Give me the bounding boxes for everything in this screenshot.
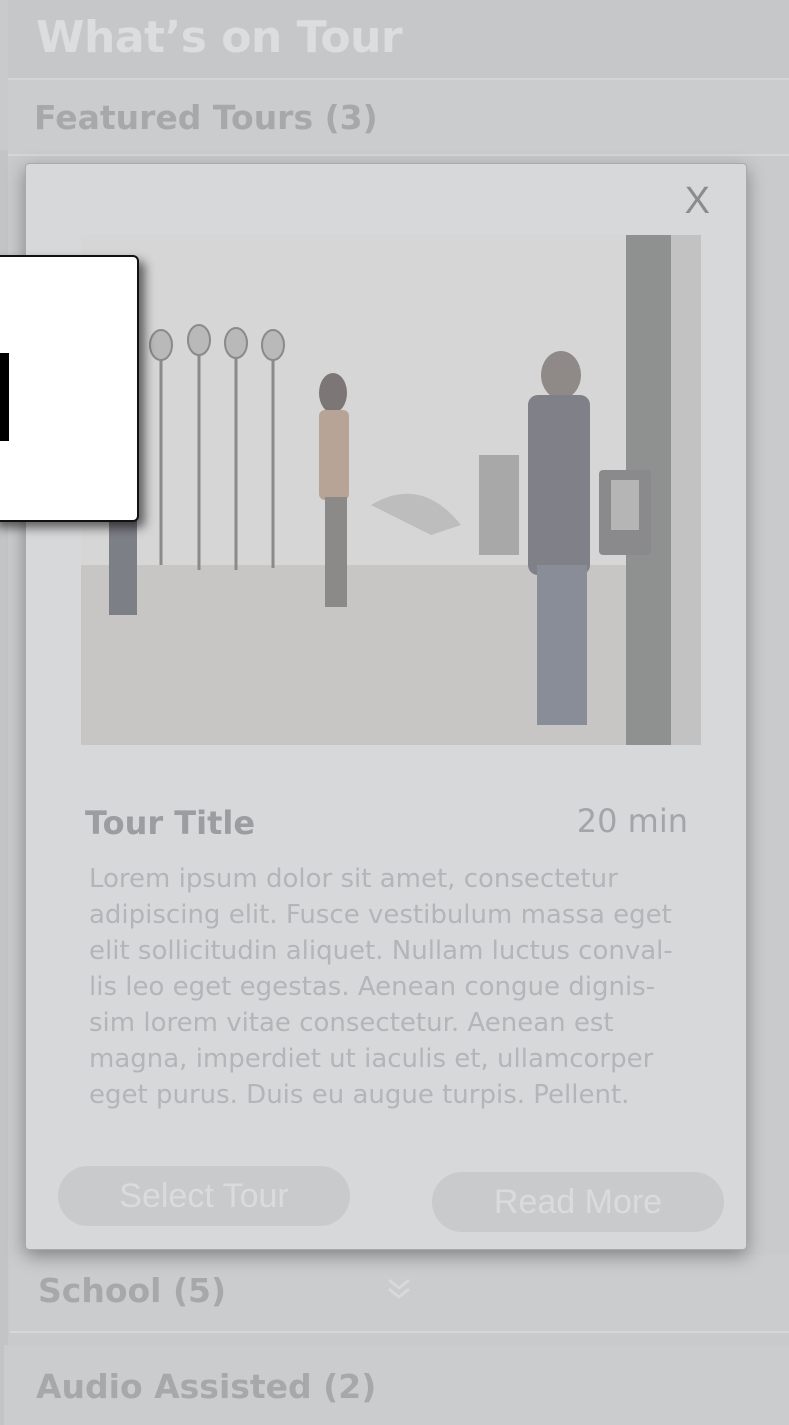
header-bar: What’s on Tour bbox=[8, 0, 789, 80]
tour-photo bbox=[81, 235, 701, 745]
select-tour-button[interactable]: Select Tour bbox=[58, 1166, 350, 1226]
tour-description: Lorem ipsum dolor sit amet, consectetur … bbox=[89, 864, 673, 1110]
page-title: What’s on Tour bbox=[36, 12, 403, 63]
popup-box bbox=[0, 255, 139, 522]
close-button[interactable]: X bbox=[685, 180, 710, 223]
read-more-button[interactable]: Read More bbox=[432, 1172, 724, 1232]
section-label-featured: Featured Tours (3) bbox=[34, 98, 378, 137]
popup-marker bbox=[0, 353, 9, 441]
section-audio-assisted[interactable]: Audio Assisted (2) bbox=[4, 1345, 789, 1425]
section-label-school: School (5) bbox=[38, 1271, 227, 1310]
double-chevron-down-icon[interactable] bbox=[385, 1275, 413, 1303]
tour-title: Tour Title bbox=[85, 804, 256, 842]
gallery-photo-image bbox=[81, 235, 701, 745]
page: What’s on Tour Featured Tours (3) School… bbox=[0, 0, 789, 1425]
tour-duration: 20 min bbox=[576, 802, 688, 840]
section-label-audio: Audio Assisted (2) bbox=[36, 1367, 377, 1406]
section-featured-tours[interactable]: Featured Tours (3) bbox=[8, 80, 789, 156]
section-school[interactable]: School (5) bbox=[10, 1255, 789, 1333]
